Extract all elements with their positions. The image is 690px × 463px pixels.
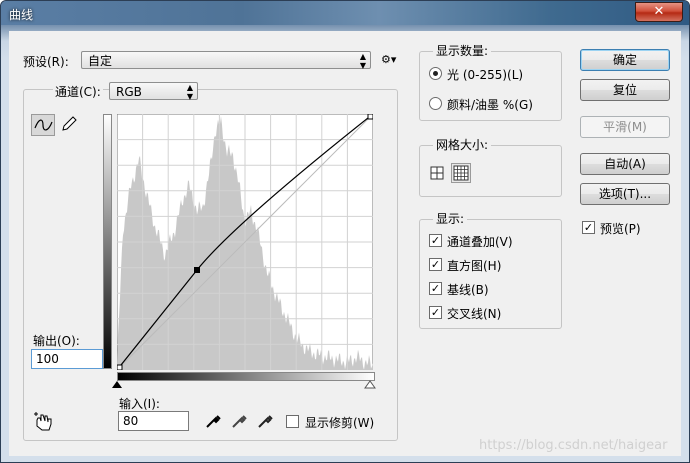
target-adjust-hand-icon[interactable]: [33, 412, 55, 432]
preview-label: 预览(P): [600, 222, 641, 236]
channel-overlays-checkbox[interactable]: ✓: [429, 234, 442, 247]
grid-size-legend: 网格大小:: [433, 136, 492, 153]
histogram-checkbox[interactable]: ✓: [429, 258, 442, 271]
close-button[interactable]: ✕: [635, 2, 683, 22]
intersection-line-checkbox[interactable]: ✓: [429, 306, 442, 319]
window-title: 曲线: [9, 8, 34, 22]
auto-button[interactable]: 自动(A): [580, 153, 670, 175]
preset-value: 自定: [88, 54, 113, 68]
input-gradient-bar: [117, 372, 375, 381]
preset-label: 预设(R):: [23, 55, 69, 69]
baseline-checkbox[interactable]: ✓: [429, 282, 442, 295]
white-point-slider-icon[interactable]: [364, 380, 376, 390]
channel-select[interactable]: RGB ▲ ▼: [109, 82, 198, 101]
title-bar: 曲线 ✕: [1, 1, 689, 25]
curve-point-tool[interactable]: [31, 114, 55, 136]
baseline-label: 基线(B): [447, 283, 489, 297]
watermark-text: https://blog.csdn.net/haigear: [479, 438, 668, 453]
curves-window: 曲线 ✕ 预设(R): 自定 ▲ ▼ ⚙▾ 通道(C): RGB ▲ ▼ 输出(…: [0, 0, 690, 463]
reset-button[interactable]: 复位: [580, 79, 670, 101]
curve-point-start[interactable]: [117, 364, 123, 370]
black-eyedropper-icon[interactable]: [205, 413, 221, 429]
output-label: 输出(O):: [33, 334, 80, 348]
input-field[interactable]: 80: [118, 411, 189, 431]
output-gradient-bar: [103, 114, 112, 369]
input-label: 输入(I):: [119, 397, 160, 411]
options-button[interactable]: 选项(T)...: [580, 183, 670, 205]
intersection-line-label: 交叉线(N): [447, 307, 502, 321]
gray-eyedropper-icon[interactable]: [231, 413, 247, 429]
curve-point-end[interactable]: [367, 114, 373, 120]
show-clipping-label: 显示修剪(W): [305, 416, 375, 430]
select-arrows-icon: ▲ ▼: [186, 83, 193, 101]
channel-overlays-label: 通道叠加(V): [447, 235, 513, 249]
histogram-label: 直方图(H): [447, 259, 502, 273]
black-point-slider-icon[interactable]: [111, 380, 123, 390]
select-arrows-icon: ▲ ▼: [359, 52, 366, 70]
smooth-button[interactable]: 平滑(M): [580, 116, 670, 138]
curve-point-selected[interactable]: [194, 267, 200, 273]
gear-menu-icon[interactable]: ⚙▾: [381, 53, 396, 66]
pigment-radio-label: 颜料/油墨 %(G): [447, 98, 533, 112]
output-field[interactable]: 100: [31, 349, 103, 369]
white-eyedropper-icon[interactable]: [257, 413, 273, 429]
display-legend: 显示:: [433, 210, 468, 227]
pigment-radio[interactable]: [429, 97, 442, 110]
simple-grid-icon[interactable]: [429, 165, 445, 181]
detailed-grid-icon: [453, 165, 469, 181]
preset-select[interactable]: 自定 ▲ ▼: [81, 51, 371, 70]
channel-label: 通道(C):: [53, 83, 103, 100]
channel-value: RGB: [116, 85, 142, 99]
curve-wave-icon: [34, 119, 53, 131]
dialog-body: 预设(R): 自定 ▲ ▼ ⚙▾ 通道(C): RGB ▲ ▼ 输出(O): 1…: [9, 31, 681, 456]
show-clipping-checkbox[interactable]: [286, 415, 299, 428]
ok-button[interactable]: 确定: [580, 49, 670, 71]
preview-checkbox[interactable]: ✓: [582, 221, 595, 234]
detailed-grid-button[interactable]: [451, 163, 471, 183]
light-radio[interactable]: [429, 67, 442, 80]
display-amount-legend: 显示数量:: [433, 42, 492, 59]
curves-graph[interactable]: [117, 114, 373, 370]
light-radio-label: 光 (0-255)(L): [447, 68, 524, 82]
pencil-icon[interactable]: [60, 115, 78, 133]
